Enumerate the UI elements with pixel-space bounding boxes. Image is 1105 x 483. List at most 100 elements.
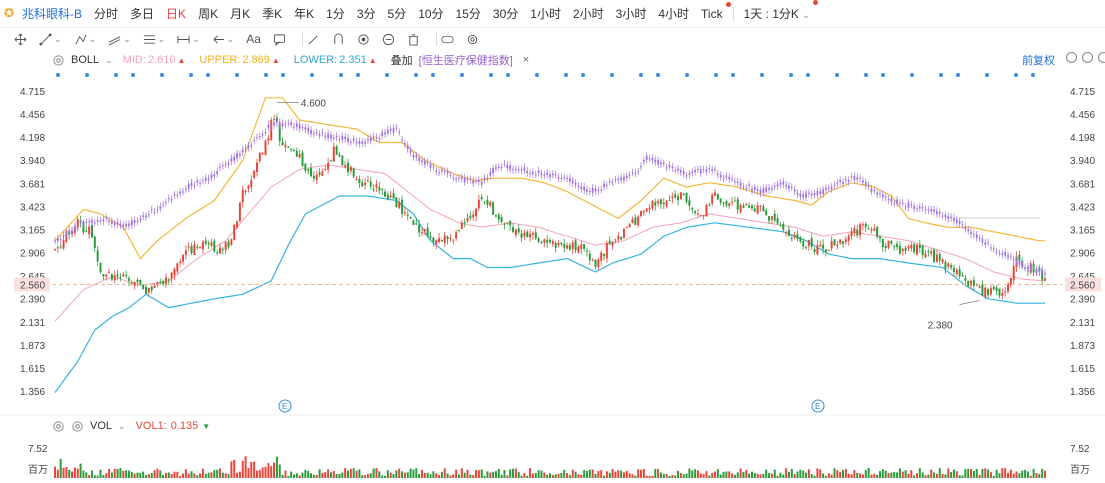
overlay-body xyxy=(429,163,432,168)
volume-bar xyxy=(76,468,79,478)
candle-body xyxy=(864,223,867,228)
overlay-body xyxy=(475,180,477,182)
volume-name[interactable]: VOL xyxy=(90,420,112,432)
overlay-body xyxy=(65,233,68,235)
chevron-down-icon[interactable]: ⌄ xyxy=(118,421,126,432)
overlay-body xyxy=(96,220,99,222)
volume-bar xyxy=(301,472,304,478)
candle-body xyxy=(594,260,597,267)
volume-bar xyxy=(529,468,532,478)
volume-bar xyxy=(219,468,221,478)
volume-bar xyxy=(372,468,375,478)
overlay-body xyxy=(569,177,571,182)
volume-bar xyxy=(278,464,281,478)
overlay-body xyxy=(540,173,543,176)
candle-body xyxy=(645,208,648,212)
candle-body xyxy=(768,216,771,221)
undo-icon[interactable] xyxy=(1066,52,1077,63)
candle-body xyxy=(574,240,577,251)
volume-bar xyxy=(65,467,68,478)
event-dot xyxy=(160,73,164,77)
overlay-body xyxy=(591,187,594,193)
y-tick-right: 2.131 xyxy=(1070,318,1095,329)
candle-body xyxy=(179,261,182,264)
volume-bar xyxy=(645,475,648,478)
overlay-body xyxy=(930,209,933,212)
zoom-in-icon[interactable] xyxy=(1098,52,1105,63)
volume-bar xyxy=(210,472,213,478)
overlay-body xyxy=(273,122,275,126)
indicator-name[interactable]: BOLL xyxy=(71,54,99,66)
volume-bar xyxy=(375,468,378,478)
volume-bar xyxy=(415,468,418,478)
adjust-mode-button[interactable]: 前复权 xyxy=(1022,52,1055,68)
overlay-body xyxy=(489,171,492,176)
overlay-body xyxy=(990,247,992,249)
overlay-body xyxy=(352,138,355,141)
volume-bar xyxy=(486,471,489,478)
close-overlay-button[interactable]: × xyxy=(523,54,529,66)
volume-bar xyxy=(201,468,204,478)
candle-body xyxy=(605,243,608,259)
overlay-body xyxy=(287,122,290,124)
chevron-down-icon[interactable]: ⌄ xyxy=(105,55,113,66)
candle-body xyxy=(921,245,924,256)
candle-body xyxy=(665,200,668,207)
volume-bar xyxy=(901,471,904,478)
volume-bar xyxy=(614,471,617,478)
volume-bar xyxy=(950,471,953,478)
volume-bar xyxy=(167,472,170,478)
overlay-body xyxy=(130,220,133,226)
candle-body xyxy=(341,155,344,166)
volume-bar xyxy=(964,469,967,478)
volume-bar xyxy=(418,474,421,478)
candle-body xyxy=(839,239,842,244)
volume-bar xyxy=(236,472,239,478)
candle-body xyxy=(412,220,415,226)
candle-body xyxy=(238,202,241,221)
volume-bar xyxy=(805,472,808,478)
overlay-body xyxy=(628,174,631,176)
volume-bar xyxy=(844,468,847,478)
volume-bar xyxy=(617,470,620,478)
overlay-body xyxy=(643,160,645,162)
overlay-index-name[interactable]: [恒生医疗保健指数] xyxy=(419,52,513,68)
candle-body xyxy=(298,154,301,158)
volume-bar xyxy=(247,467,250,478)
volume-bar xyxy=(204,473,207,478)
candle-body xyxy=(614,239,617,241)
candle-body xyxy=(201,241,204,250)
overlay-body xyxy=(372,136,375,138)
candle-body xyxy=(651,201,654,209)
candle-body xyxy=(833,239,836,246)
volume-bar xyxy=(904,470,907,478)
volume-bar xyxy=(176,471,179,478)
overlay-body xyxy=(199,182,201,184)
chart-controls xyxy=(1066,52,1105,63)
overlay-body xyxy=(344,136,347,140)
candle-body xyxy=(108,271,111,273)
overlay-body xyxy=(978,238,981,240)
volume-bar xyxy=(88,474,91,478)
candle-body xyxy=(842,241,845,244)
zoom-out-icon[interactable] xyxy=(1082,52,1093,63)
candle-body xyxy=(347,162,350,173)
price-chart[interactable]: 4.715 4.715 4.456 4.456 4.198 4.198 3.940 3.940… xyxy=(0,0,1105,483)
gear-icon[interactable] xyxy=(52,420,65,433)
candle-body xyxy=(608,240,611,245)
overlay-body xyxy=(236,153,238,159)
volume-bar xyxy=(108,468,111,478)
y-tick-right: 3.940 xyxy=(1070,156,1095,167)
gear-icon[interactable] xyxy=(52,54,65,67)
candle-body xyxy=(736,199,739,210)
overlay-body xyxy=(768,187,770,190)
candle-body xyxy=(566,245,569,249)
gear-icon[interactable] xyxy=(71,420,84,433)
candle-body xyxy=(182,254,185,262)
overlay-body xyxy=(324,135,327,137)
candle-body xyxy=(449,237,452,239)
event-dot xyxy=(564,73,568,77)
volume-bar xyxy=(292,474,295,478)
volume-bar xyxy=(406,472,409,478)
overlay-body xyxy=(1010,256,1012,258)
